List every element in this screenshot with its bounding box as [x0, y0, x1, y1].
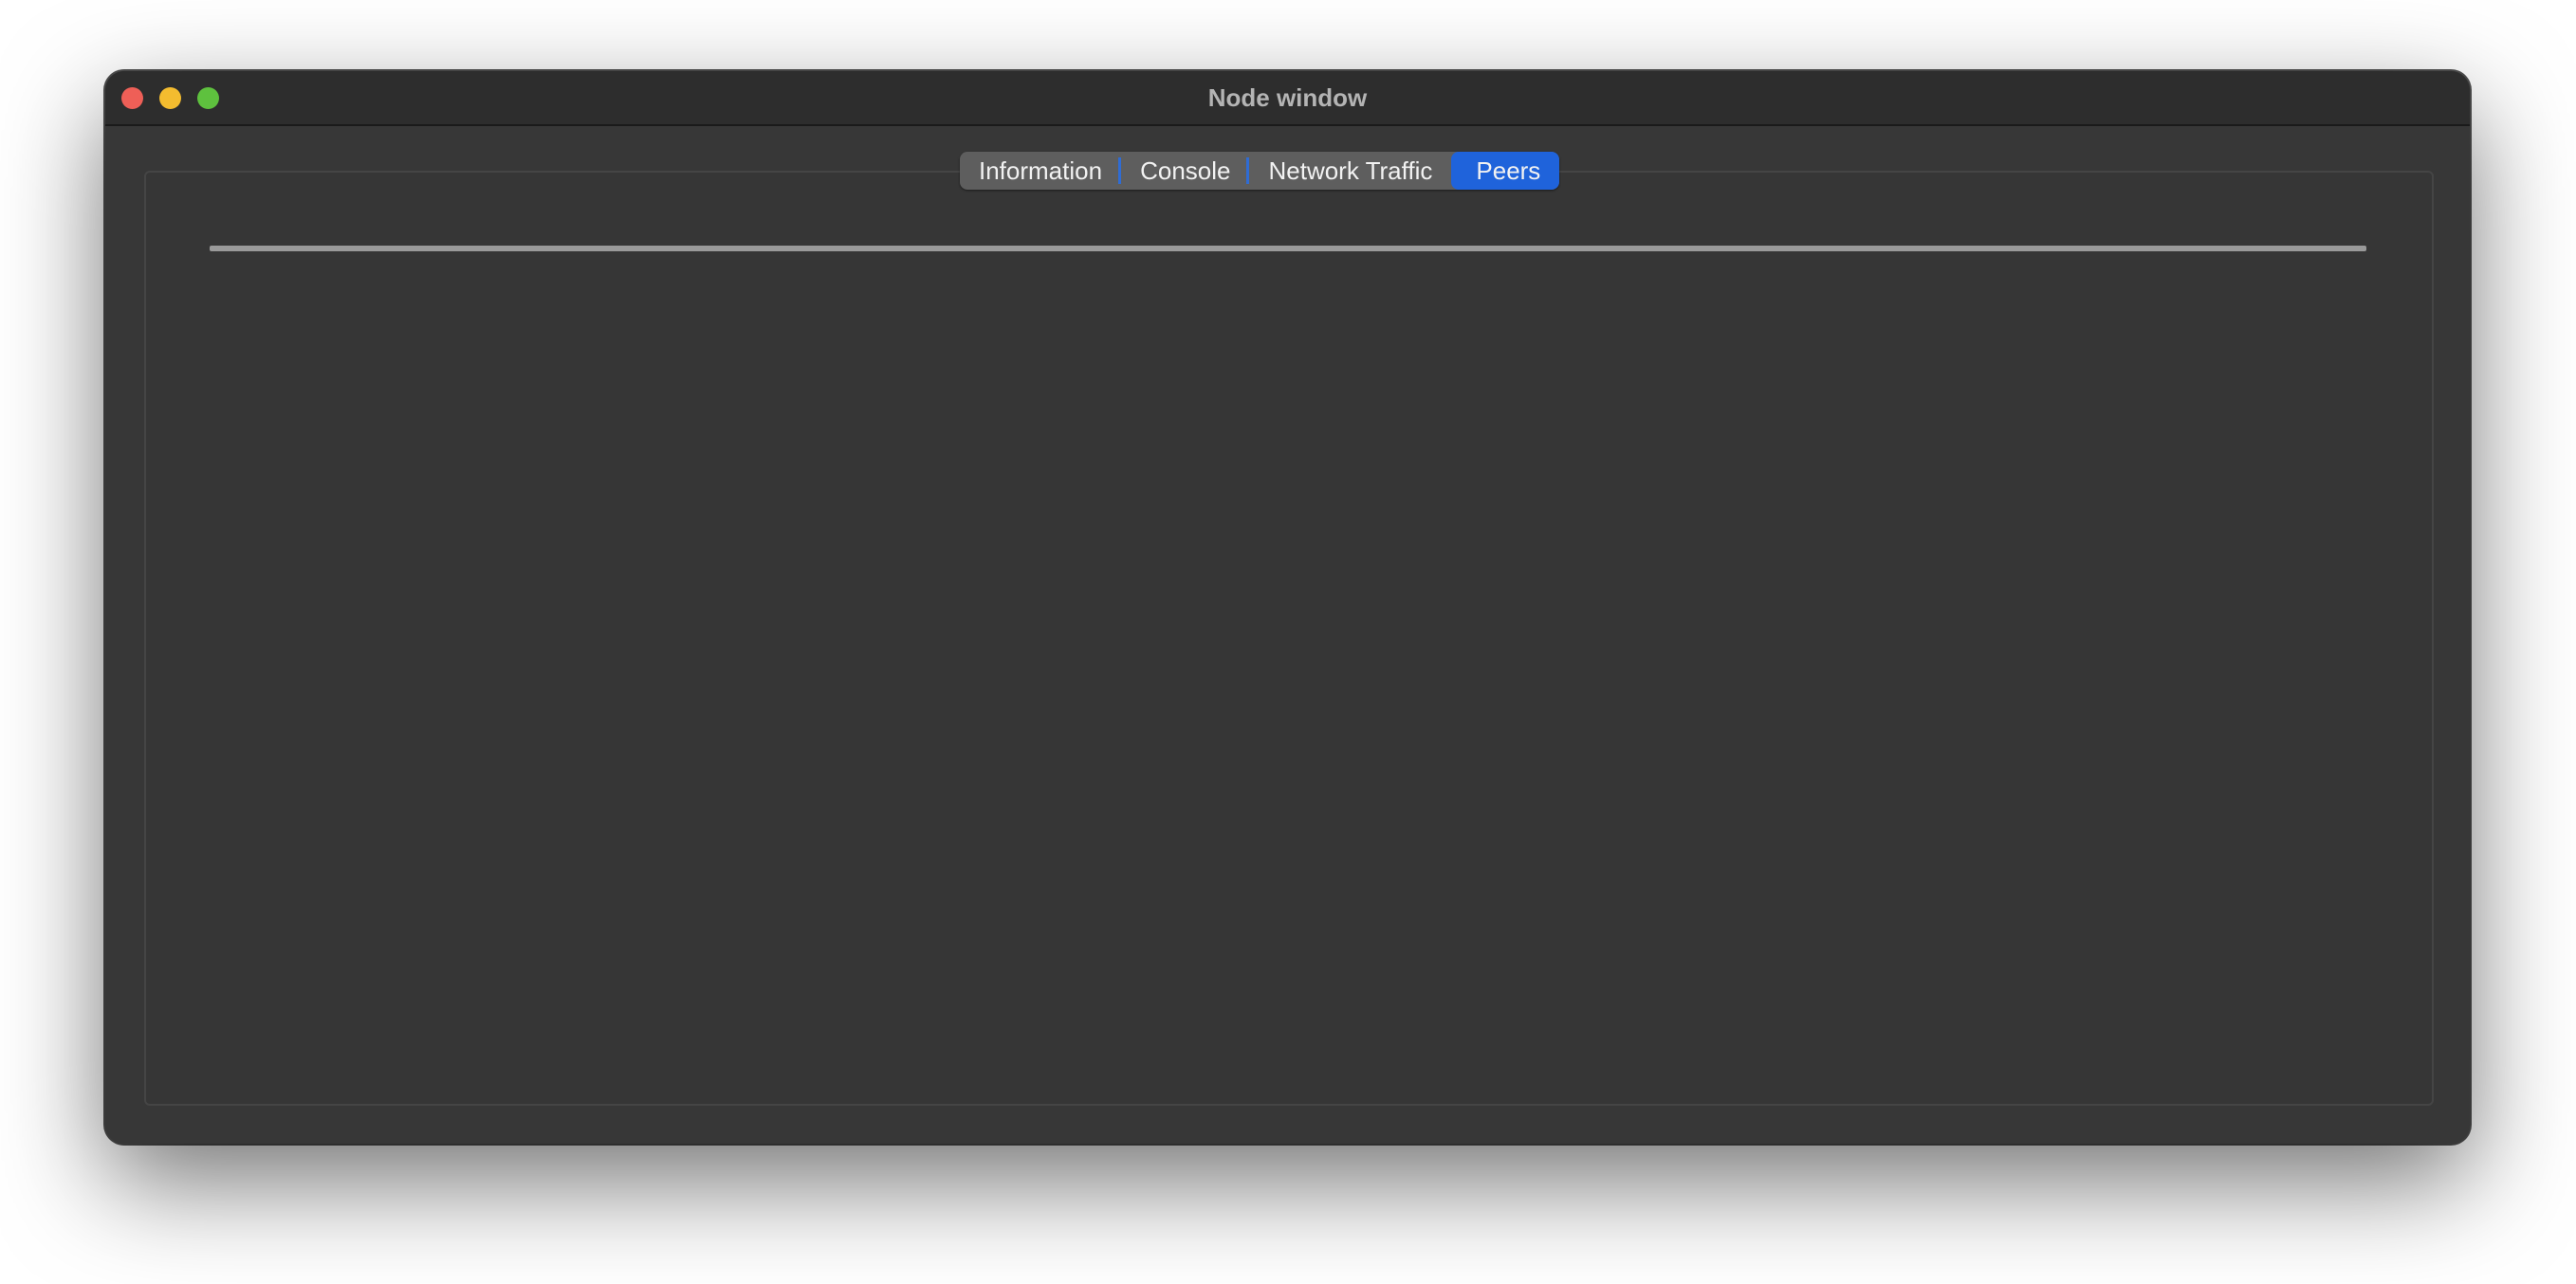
tab-bar: Information Console Network Traffic Peer…: [960, 152, 1560, 190]
tab-peers[interactable]: Peers: [1451, 152, 1560, 190]
node-window: Node window Information Console Network …: [105, 71, 2470, 1144]
peers-tab-panel: [144, 171, 2434, 1106]
tab-information[interactable]: Information: [960, 152, 1122, 190]
peers-splitter-bar[interactable]: [210, 246, 2366, 251]
window-title: Node window: [1207, 83, 1368, 112]
tab-network-traffic[interactable]: Network Traffic: [1249, 152, 1451, 190]
title-bar[interactable]: Node window: [105, 71, 2470, 126]
tab-console[interactable]: Console: [1121, 152, 1250, 190]
